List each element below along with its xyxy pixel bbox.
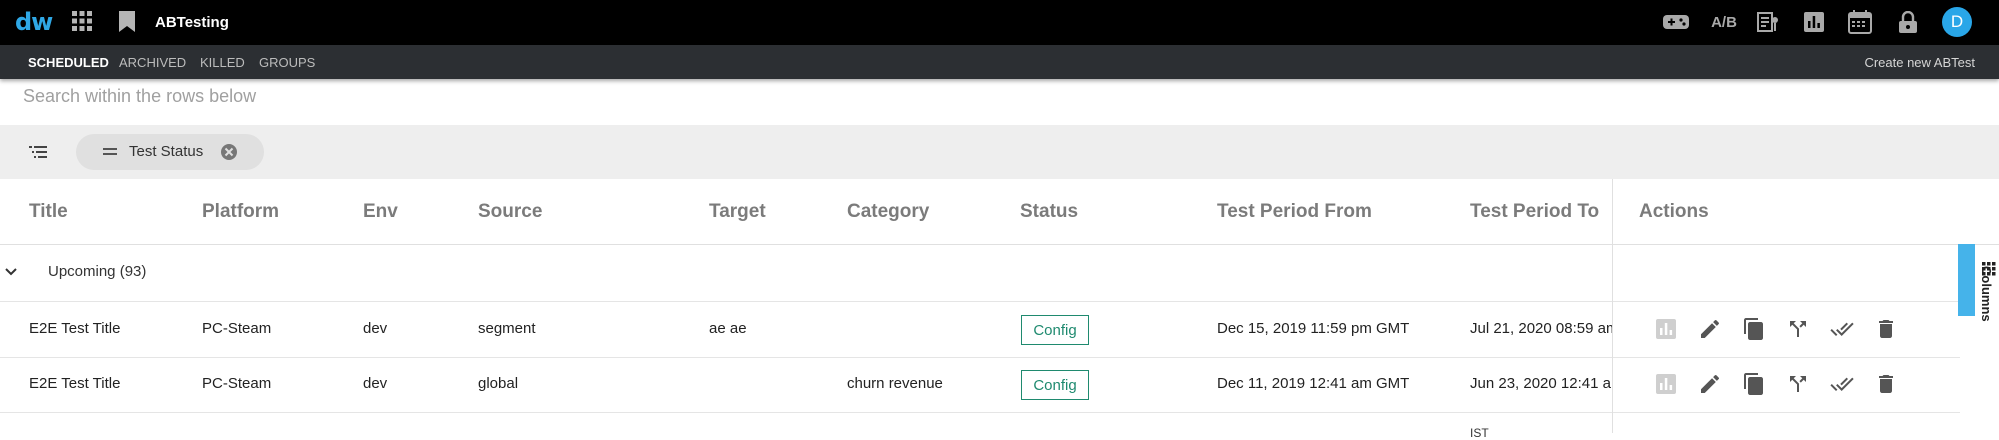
table-header: Title Platform Env Source Target Categor… [0,179,1999,245]
group-label: Upcoming (93) [48,263,147,280]
bookmark-icon[interactable] [119,11,135,32]
group-row[interactable]: Upcoming (93) [0,244,1960,302]
bar-chart-icon[interactable] [1654,317,1678,341]
copy-icon[interactable] [1742,317,1766,341]
cell-platform: PC-Steam [202,320,272,337]
search-input[interactable]: Search within the rows below [23,86,256,107]
cell-test-period-to: Jul 21, 2020 08:59 am [1470,320,1612,337]
branch-icon[interactable] [1786,317,1810,341]
column-header-status[interactable]: Status [1020,201,1078,223]
column-header-test-period-to[interactable]: Test Period To [1470,201,1599,223]
table-row[interactable]: E2E Test Title PC-Steam dev global churn… [0,357,1960,413]
filter-chip-test-status[interactable]: Test Status [76,134,264,170]
cell-env: dev [363,320,388,337]
filter-list-icon[interactable] [29,143,47,161]
gamepad-icon[interactable] [1662,8,1690,36]
double-check-icon[interactable] [1830,317,1854,341]
columns-panel-label[interactable]: Columns [1974,266,1994,322]
calendar-icon[interactable] [1846,8,1874,36]
column-header-target[interactable]: Target [709,201,766,223]
bar-chart-icon[interactable] [1654,372,1678,396]
column-header-category[interactable]: Category [847,201,929,223]
filter-chip-label: Test Status [129,143,204,160]
app-logo[interactable]: dw [15,8,53,36]
top-app-bar: dw ABTesting A/B D [0,0,1999,45]
sub-navigation-bar: SCHEDULED ARCHIVED KILLED GROUPS Create … [0,45,1999,79]
delete-icon[interactable] [1874,317,1898,341]
edit-pencil-icon[interactable] [1698,317,1722,341]
create-new-abtest-button[interactable]: Create new ABTest [1864,55,1975,70]
copy-icon[interactable] [1742,372,1766,396]
cell-env: dev [363,375,388,392]
column-header-actions: Actions [1639,201,1709,222]
double-check-icon[interactable] [1830,372,1854,396]
cell-target: ae ae [709,320,747,337]
cell-platform: PC-Steam [202,375,272,392]
report-icon[interactable] [1754,8,1782,36]
tab-groups[interactable]: GROUPS [259,55,315,70]
chevron-down-icon[interactable] [4,266,18,278]
columns-panel-tab[interactable] [1958,244,1975,316]
actions-column-divider [1612,179,1613,433]
column-header-source[interactable]: Source [478,201,542,223]
column-header-test-period-from[interactable]: Test Period From [1217,201,1372,223]
lock-icon[interactable] [1894,8,1922,36]
cell-source: segment [478,320,536,337]
edit-pencil-icon[interactable] [1698,372,1722,396]
ab-test-icon[interactable]: A/B [1709,8,1739,36]
user-avatar[interactable]: D [1942,7,1972,37]
partial-row-text: IST [1470,426,1489,440]
bar-chart-icon[interactable] [1800,8,1828,36]
cell-test-period-from: Dec 11, 2019 12:41 am GMT [1217,375,1410,392]
cell-test-period-to: Jun 23, 2020 12:41 am [1470,375,1612,392]
delete-icon[interactable] [1874,372,1898,396]
tab-killed[interactable]: KILLED [200,55,245,70]
filter-bar: Test Status [0,125,1999,179]
cell-source: global [478,375,519,392]
status-config-button[interactable]: Config [1021,315,1089,345]
cell-category: churn revenue [847,375,943,392]
cell-test-period-from: Dec 15, 2019 11:59 pm GMT [1217,320,1410,337]
equals-icon [103,148,117,155]
table-row[interactable]: E2E Test Title PC-Steam dev segment ae a… [0,302,1960,358]
tab-archived[interactable]: ARCHIVED [119,55,186,70]
ab-test-label: A/B [1711,13,1737,31]
column-header-env[interactable]: Env [363,201,398,223]
branch-icon[interactable] [1786,372,1810,396]
app-title: ABTesting [155,14,229,31]
status-config-button[interactable]: Config [1021,370,1089,400]
close-icon[interactable] [220,143,238,161]
cell-title: E2E Test Title [29,320,121,337]
column-header-title[interactable]: Title [29,201,68,223]
cell-title: E2E Test Title [29,375,121,392]
column-header-platform[interactable]: Platform [202,201,279,223]
app-grid-icon[interactable] [72,11,92,31]
tab-scheduled[interactable]: SCHEDULED [28,55,109,70]
